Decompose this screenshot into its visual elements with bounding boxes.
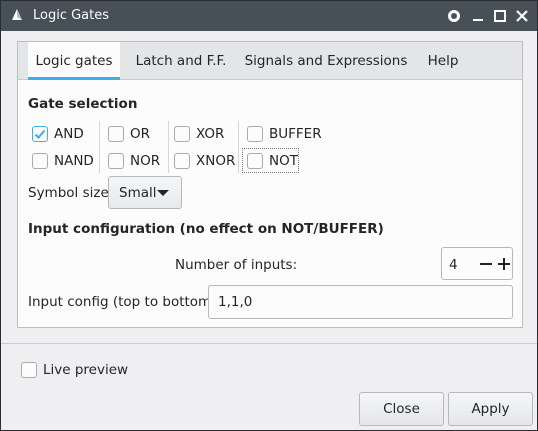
close-button[interactable]: Close	[359, 392, 444, 426]
gate-label: BUFFER	[269, 126, 322, 142]
apply-button[interactable]: Apply	[448, 392, 533, 426]
gate-selection-title: Gate selection	[28, 96, 138, 112]
checkbox-icon	[247, 126, 263, 142]
minus-icon[interactable]	[479, 257, 493, 271]
gate-checkbox-and[interactable]: AND	[32, 124, 84, 144]
input-config-label: Input config (top to bottom):	[28, 294, 222, 310]
gate-checkbox-nor[interactable]: NOR	[108, 151, 160, 171]
checkbox-icon	[174, 126, 190, 142]
gate-checkbox-xor[interactable]: XOR	[174, 124, 224, 144]
tab-help[interactable]: Help	[418, 42, 468, 80]
checkbox-icon	[32, 153, 48, 169]
pin-icon[interactable]	[444, 6, 464, 26]
gate-label: XNOR	[196, 153, 236, 169]
title-bar[interactable]: Logic Gates	[1, 1, 537, 31]
gate-checkbox-or[interactable]: OR	[108, 124, 150, 144]
tab-panel: Logic gates Latch and F.F. Signals and E…	[17, 41, 523, 328]
close-icon[interactable]	[512, 6, 532, 26]
tab-bar: Logic gates Latch and F.F. Signals and E…	[18, 42, 522, 80]
tab-label: Signals and Expressions	[244, 53, 408, 69]
tab-signals-expressions[interactable]: Signals and Expressions	[244, 42, 408, 80]
maximize-icon[interactable]	[490, 6, 510, 26]
tab-label: Latch and F.F.	[135, 53, 227, 69]
input-config-value: 1,1,0	[218, 294, 253, 310]
apply-button-label: Apply	[471, 401, 510, 417]
gate-label: XOR	[196, 126, 225, 142]
input-config-field[interactable]: 1,1,0	[208, 285, 513, 319]
tab-logic-gates[interactable]: Logic gates	[28, 42, 120, 80]
checkbox-icon	[174, 153, 190, 169]
gate-label: NAND	[54, 153, 94, 169]
gate-label: NOR	[130, 153, 161, 169]
gate-label: OR	[130, 126, 151, 142]
symbol-size-dropdown[interactable]: Small	[108, 176, 182, 209]
checkbox-icon	[108, 153, 124, 169]
divider	[168, 121, 169, 173]
checkbox-icon	[108, 126, 124, 142]
window-title: Logic Gates	[33, 8, 110, 23]
input-config-title: Input configuration (no effect on NOT/BU…	[28, 221, 384, 237]
chevron-down-icon	[157, 190, 169, 196]
symbol-size-value: Small	[119, 184, 157, 201]
gate-checkbox-nand[interactable]: NAND	[32, 151, 94, 171]
divider	[238, 121, 239, 173]
checkbox-icon	[21, 362, 37, 378]
live-preview-label: Live preview	[43, 362, 129, 378]
minimize-icon[interactable]	[468, 6, 488, 26]
tab-label: Logic gates	[35, 53, 113, 69]
app-icon	[9, 7, 25, 23]
close-button-label: Close	[383, 401, 420, 417]
num-inputs-label: Number of inputs:	[175, 257, 298, 273]
live-preview-checkbox[interactable]: Live preview	[21, 360, 128, 380]
plus-icon[interactable]	[497, 257, 511, 271]
tab-latch-ff[interactable]: Latch and F.F.	[128, 42, 234, 80]
gate-label: NOT	[269, 153, 298, 169]
gate-checkbox-not[interactable]: NOT	[247, 151, 298, 171]
gate-checkbox-xnor[interactable]: XNOR	[174, 151, 235, 171]
separator	[1, 343, 537, 344]
gate-label: AND	[54, 126, 84, 142]
gate-checkbox-buffer[interactable]: BUFFER	[247, 124, 322, 144]
num-inputs-value: 4	[449, 257, 458, 273]
tab-label: Help	[427, 53, 459, 69]
logic-gates-window: Logic Gates Logic gates Latch and F.F. S…	[0, 0, 538, 431]
checkbox-checked-icon	[32, 126, 48, 142]
symbol-size-label: Symbol size:	[28, 185, 114, 201]
num-inputs-spinbox[interactable]: 4	[441, 247, 513, 280]
divider	[99, 121, 100, 173]
checkbox-icon	[247, 153, 263, 169]
